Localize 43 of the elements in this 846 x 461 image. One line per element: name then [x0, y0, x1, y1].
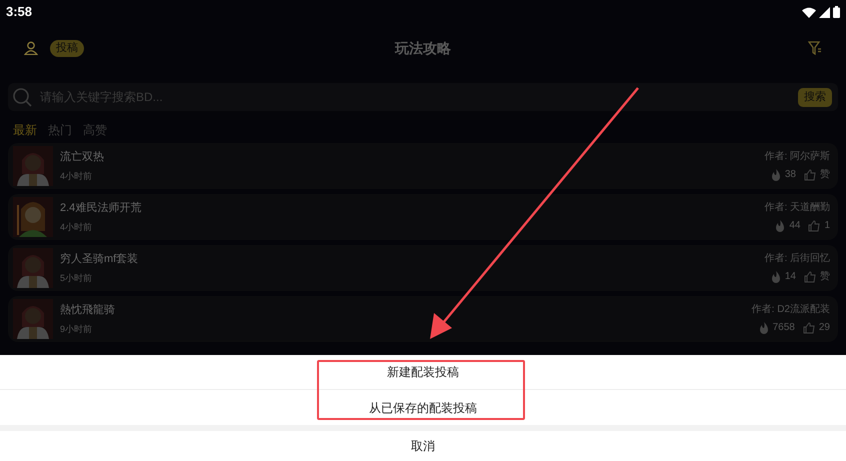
post-card[interactable]: 流亡双热 4小时前 作者: 阿尔萨斯 38 赞: [8, 143, 838, 189]
user-icon[interactable]: [24, 41, 38, 55]
post-card[interactable]: 2.4难民法师开荒 4小时前 作者: 天道酬勤 44 1: [8, 194, 838, 240]
post-time: 4小时前: [60, 171, 94, 181]
view-count: 14: [784, 271, 796, 283]
search-icon: [12, 87, 32, 107]
flame-icon: [770, 168, 781, 182]
tab[interactable]: 最新: [13, 121, 37, 139]
battery-icon: [833, 6, 840, 18]
author-name: 作者: 阿尔萨斯: [764, 150, 830, 162]
flame-icon: [758, 322, 769, 334]
view-count: 38: [784, 169, 796, 181]
thumbs-up-icon[interactable]: [808, 220, 820, 232]
like-count: 29: [818, 322, 830, 334]
flame-icon: [770, 270, 781, 284]
thumbs-up-icon[interactable]: [802, 322, 815, 334]
author-name: 作者: 天道酬勤: [764, 202, 830, 214]
search-button[interactable]: 搜索: [798, 88, 832, 106]
post-time: 5小时前: [60, 273, 94, 283]
view-count: 7658: [772, 322, 795, 334]
post-title: 熱忱飛龍骑: [60, 304, 115, 316]
page-title: 玩法攻略: [395, 38, 451, 58]
post-time: 9小时前: [60, 324, 94, 334]
author-name: 作者: 后街回忆: [764, 252, 830, 264]
post-button[interactable]: 投稿: [50, 40, 84, 56]
thumbs-up-icon[interactable]: [804, 169, 816, 181]
filter-icon[interactable]: [808, 41, 822, 55]
thumbs-up-icon[interactable]: [804, 271, 816, 283]
post-title: 流亡双热: [60, 151, 104, 163]
view-count: 44: [789, 220, 800, 232]
like-count: 赞: [820, 271, 830, 283]
signal-icon: [819, 6, 830, 18]
flame-icon: [775, 220, 786, 232]
post-title: 穷人圣骑mf套装: [60, 253, 138, 265]
post-card[interactable]: 熱忱飛龍骑 9小时前 作者: D2流派配装 7658 29: [8, 296, 838, 342]
post-time: 4小时前: [60, 222, 94, 232]
post-card[interactable]: 穷人圣骑mf套装 5小时前 作者: 后街回忆 14 赞: [8, 245, 838, 291]
wifi-icon: [802, 6, 816, 18]
author-name: 作者: D2流派配装: [752, 304, 830, 316]
status-time: 3:58: [6, 3, 32, 22]
like-count: 赞: [820, 169, 830, 181]
like-count: 1: [824, 220, 830, 232]
post-title: 2.4难民法师开荒: [60, 202, 142, 214]
